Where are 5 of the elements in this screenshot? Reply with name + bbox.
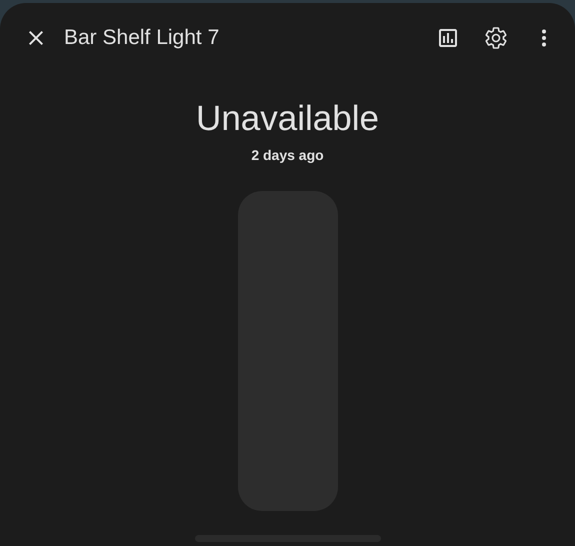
- state-label: Unavailable: [196, 99, 379, 139]
- bar-chart-icon[interactable]: [436, 26, 460, 50]
- settings-icon[interactable]: [484, 26, 508, 50]
- dialog-title: Bar Shelf Light 7: [64, 26, 220, 50]
- last-changed-time: 2 days ago: [251, 147, 324, 163]
